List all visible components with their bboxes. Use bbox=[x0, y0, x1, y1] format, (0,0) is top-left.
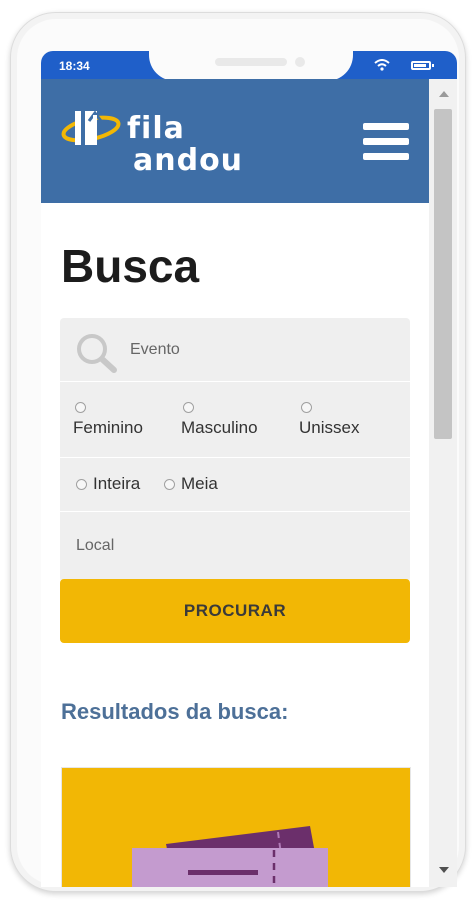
page-title: Busca bbox=[61, 240, 200, 292]
radio-button-icon[interactable] bbox=[183, 402, 194, 413]
gender-options-row: Feminino Masculino Unissex bbox=[60, 382, 410, 458]
radio-label: Inteira bbox=[93, 474, 141, 493]
local-row bbox=[60, 512, 410, 582]
radio-meia[interactable]: Meia bbox=[162, 474, 218, 494]
radio-inteira[interactable]: Inteira bbox=[74, 474, 140, 494]
ticket-type-row: Inteira Meia bbox=[60, 458, 410, 512]
wifi-icon bbox=[374, 59, 390, 71]
phone-notch bbox=[149, 51, 353, 81]
radio-label: Masculino bbox=[181, 418, 258, 437]
radio-button-icon[interactable] bbox=[164, 478, 175, 490]
radio-button-icon[interactable] bbox=[76, 478, 87, 490]
battery-icon bbox=[411, 61, 434, 70]
results-title: Resultados da busca: bbox=[61, 699, 289, 724]
speaker-icon bbox=[215, 58, 287, 66]
radio-label: Feminino bbox=[73, 418, 143, 437]
radio-feminino[interactable]: Feminino bbox=[73, 402, 143, 438]
scrollbar-thumb[interactable] bbox=[434, 109, 452, 439]
scroll-up-arrow-icon[interactable] bbox=[439, 91, 449, 97]
radio-label: Meia bbox=[181, 474, 218, 493]
radio-masculino[interactable]: Masculino bbox=[181, 402, 258, 438]
result-card[interactable] bbox=[61, 767, 411, 887]
search-icon bbox=[77, 334, 117, 373]
logo-text-line2: andou bbox=[133, 143, 244, 178]
phone-screen: 18:34 fila andou Busca Evento Feminino M… bbox=[41, 51, 457, 887]
event-search-input[interactable] bbox=[130, 338, 390, 362]
status-time: 18:34 bbox=[59, 59, 90, 73]
radio-unissex[interactable]: Unissex bbox=[299, 402, 359, 438]
radio-button-icon[interactable] bbox=[75, 402, 86, 413]
camera-icon bbox=[295, 57, 305, 67]
phone-frame: 18:34 fila andou Busca Evento Feminino M… bbox=[10, 12, 466, 892]
procurar-button[interactable]: PROCURAR bbox=[60, 579, 410, 643]
radio-button-icon[interactable] bbox=[301, 402, 312, 413]
ticket-icon bbox=[132, 826, 328, 887]
event-search-row bbox=[60, 318, 410, 382]
fila-andou-logo[interactable]: fila andou bbox=[61, 107, 271, 181]
search-form: Feminino Masculino Unissex Inteira Meia bbox=[60, 318, 410, 582]
site-header: fila andou bbox=[41, 79, 429, 203]
local-input[interactable] bbox=[76, 534, 396, 558]
radio-label: Unissex bbox=[299, 418, 360, 437]
scrollbar[interactable] bbox=[429, 79, 457, 887]
scroll-down-arrow-icon[interactable] bbox=[439, 867, 449, 873]
logo-mark-icon bbox=[61, 110, 121, 145]
hamburger-menu-icon[interactable] bbox=[363, 123, 411, 163]
logo-text-line1: fila bbox=[127, 111, 185, 146]
